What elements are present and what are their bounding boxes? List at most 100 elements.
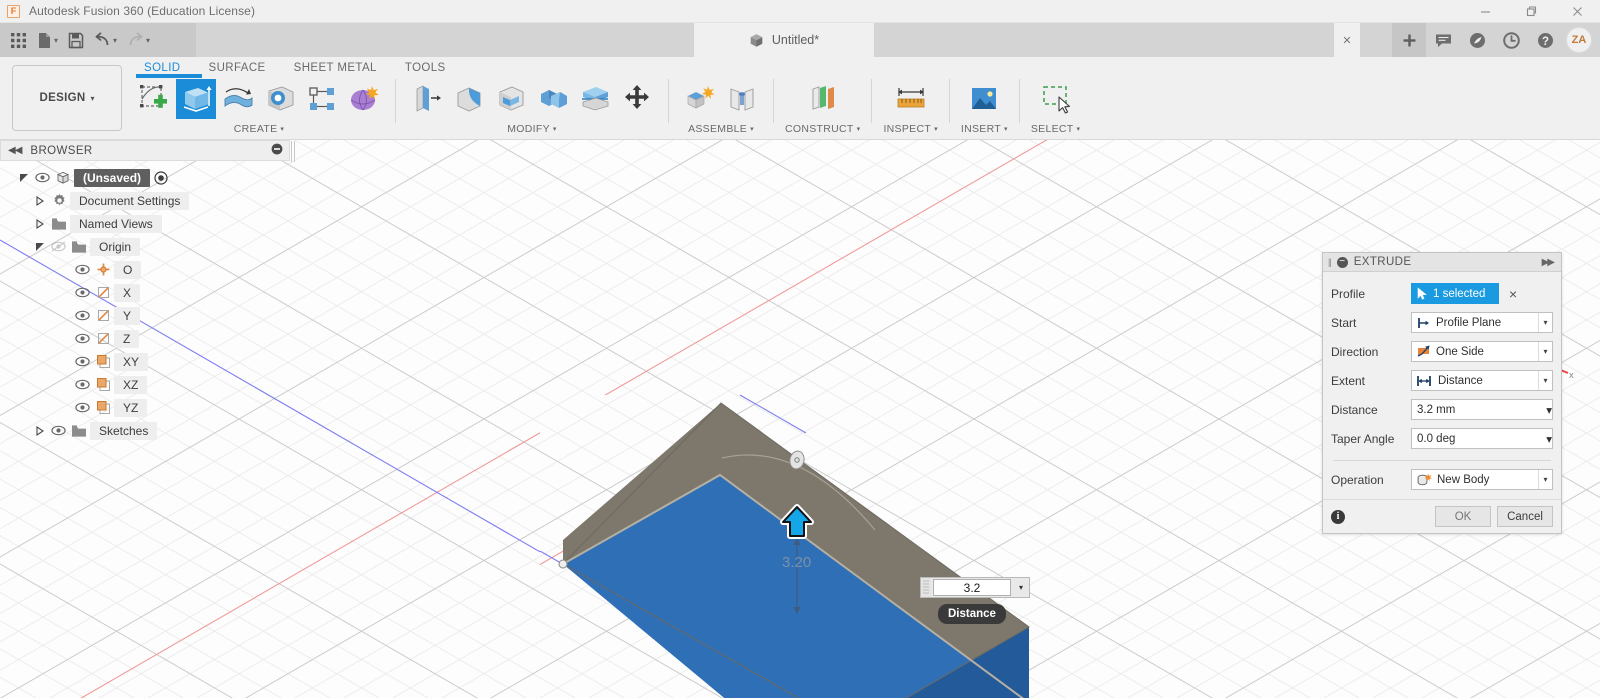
sweep-button[interactable]: [260, 79, 300, 119]
tree-item-plane-xz[interactable]: XZ: [0, 373, 296, 396]
hud-grip[interactable]: [921, 578, 931, 597]
ribbon-group-label-insert[interactable]: INSERT ▾: [961, 121, 1008, 137]
origin-point-marker[interactable]: [558, 559, 568, 569]
info-icon[interactable]: i: [1331, 509, 1345, 524]
clear-selection-icon[interactable]: ×: [1509, 286, 1517, 302]
save-button[interactable]: [63, 27, 89, 53]
browser-options-icon[interactable]: [271, 143, 283, 158]
redo-button[interactable]: ▾: [122, 27, 155, 53]
app-grid-button[interactable]: [5, 27, 32, 53]
select-window-button[interactable]: [1036, 79, 1076, 119]
ribbon-group-label-create[interactable]: CREATE ▾: [234, 121, 284, 137]
share-button[interactable]: [1460, 23, 1494, 57]
taper-angle-input[interactable]: 0.0 deg ▾: [1411, 428, 1553, 449]
insert-image-button[interactable]: [964, 79, 1004, 119]
move-copy-button[interactable]: [617, 79, 657, 119]
activate-component-icon[interactable]: [154, 170, 168, 185]
new-tab-button[interactable]: [1392, 23, 1426, 57]
cancel-button[interactable]: Cancel: [1497, 506, 1553, 527]
ribbon-group-label-select[interactable]: SELECT ▾: [1031, 121, 1080, 137]
expand-arrow-icon[interactable]: [16, 173, 32, 183]
collapse-arrow-icon[interactable]: [32, 195, 48, 206]
chevron-down-icon[interactable]: ▾: [1538, 342, 1552, 361]
tree-item-unsaved[interactable]: (Unsaved): [0, 166, 296, 189]
expand-dialog-icon[interactable]: ▶▶: [1542, 257, 1556, 268]
tree-item-plane-xy[interactable]: XY: [0, 350, 296, 373]
chevron-down-icon[interactable]: ▾: [1013, 583, 1029, 592]
chevron-down-icon[interactable]: ▾: [1538, 371, 1552, 390]
chevron-down-icon[interactable]: ▾: [1538, 313, 1552, 332]
tree-item-axis-x[interactable]: X: [0, 281, 296, 304]
visibility-eye-icon[interactable]: [72, 310, 92, 321]
distance-input-hud[interactable]: 3.2 ▾: [920, 577, 1030, 598]
ribbon-group-label-modify[interactable]: MODIFY ▾: [507, 121, 556, 137]
pattern-button[interactable]: [302, 79, 342, 119]
tree-item-axis-y[interactable]: Y: [0, 304, 296, 327]
workspace-switcher-button[interactable]: DESIGN ▾: [12, 65, 122, 131]
distance-input[interactable]: 3.2 mm ▾: [1411, 399, 1553, 420]
document-tab[interactable]: Untitled*: [694, 23, 874, 57]
direction-dropdown[interactable]: One Side ▾: [1411, 341, 1553, 362]
operation-dropdown[interactable]: New Body ▾: [1411, 469, 1553, 490]
fillet-button[interactable]: [449, 79, 489, 119]
undo-button[interactable]: ▾: [89, 27, 122, 53]
visibility-eye-off-icon[interactable]: [48, 241, 68, 252]
tree-item-plane-yz[interactable]: YZ: [0, 396, 296, 419]
tree-item-origin-point[interactable]: O: [0, 258, 296, 281]
shell-button[interactable]: [491, 79, 531, 119]
browser-resize-grip[interactable]: [291, 141, 295, 162]
new-file-button[interactable]: ▾: [32, 27, 63, 53]
split-face-button[interactable]: [575, 79, 615, 119]
tree-item-named-views[interactable]: Named Views: [0, 212, 296, 235]
expand-arrow-icon[interactable]: [32, 242, 48, 252]
ok-button[interactable]: OK: [1435, 506, 1491, 527]
user-avatar[interactable]: ZA: [1566, 27, 1592, 53]
collapse-dialog-icon[interactable]: −: [1336, 256, 1348, 268]
visibility-eye-icon[interactable]: [72, 379, 92, 390]
ribbon-group-label-assemble[interactable]: ASSEMBLE ▾: [688, 121, 754, 137]
distance-value-input[interactable]: 3.2: [933, 579, 1011, 596]
drag-handle-icon[interactable]: ||: [1328, 257, 1332, 267]
tab-sheet-metal[interactable]: SHEET METAL: [280, 59, 391, 77]
profile-select-button[interactable]: 1 selected: [1411, 283, 1499, 304]
create-form-button[interactable]: [344, 79, 384, 119]
chevron-down-icon[interactable]: ▾: [1538, 470, 1552, 489]
extrude-dialog[interactable]: || − EXTRUDE ▶▶ Profile 1 selected × Sta…: [1322, 252, 1562, 534]
revolve-button[interactable]: [218, 79, 258, 119]
extrude-dialog-header[interactable]: || − EXTRUDE ▶▶: [1323, 253, 1561, 272]
chevron-down-icon[interactable]: ▾: [1546, 432, 1552, 446]
collapse-arrow-icon[interactable]: [32, 218, 48, 229]
create-sketch-button[interactable]: [134, 79, 174, 119]
visibility-eye-icon[interactable]: [72, 333, 92, 344]
minimize-icon[interactable]: [1462, 0, 1508, 23]
job-status-button[interactable]: [1494, 23, 1528, 57]
close-icon[interactable]: [1554, 0, 1600, 23]
tree-item-axis-z[interactable]: Z: [0, 327, 296, 350]
collapse-panel-icon[interactable]: ◀◀: [8, 145, 22, 156]
visibility-eye-icon[interactable]: [72, 402, 92, 413]
new-component-button[interactable]: [680, 79, 720, 119]
collapse-arrow-icon[interactable]: [32, 425, 48, 436]
ribbon-group-label-inspect[interactable]: INSPECT ▾: [883, 121, 937, 137]
start-dropdown[interactable]: Profile Plane ▾: [1411, 312, 1553, 333]
joint-button[interactable]: [722, 79, 762, 119]
extent-dropdown[interactable]: Distance ▾: [1411, 370, 1553, 391]
measure-button[interactable]: [891, 79, 931, 119]
visibility-eye-icon[interactable]: [72, 264, 92, 275]
visibility-eye-icon[interactable]: [48, 425, 68, 436]
help-button[interactable]: ?: [1528, 23, 1562, 57]
extrude-button[interactable]: [136, 74, 216, 119]
offset-plane-button[interactable]: [803, 79, 843, 119]
tree-item-origin[interactable]: Origin: [0, 235, 296, 258]
tab-tools[interactable]: TOOLS: [391, 59, 460, 77]
press-pull-button[interactable]: [407, 79, 447, 119]
tree-item-document-settings[interactable]: Document Settings: [0, 189, 296, 212]
visibility-eye-icon[interactable]: [72, 356, 92, 367]
combine-button[interactable]: [533, 79, 573, 119]
visibility-eye-icon[interactable]: [72, 287, 92, 298]
chevron-down-icon[interactable]: ▾: [1546, 403, 1552, 417]
visibility-eye-icon[interactable]: [32, 172, 52, 183]
tab-close-button[interactable]: ×: [1334, 23, 1360, 57]
tree-item-sketches[interactable]: Sketches: [0, 419, 296, 442]
tab-surface[interactable]: SURFACE: [195, 59, 280, 77]
